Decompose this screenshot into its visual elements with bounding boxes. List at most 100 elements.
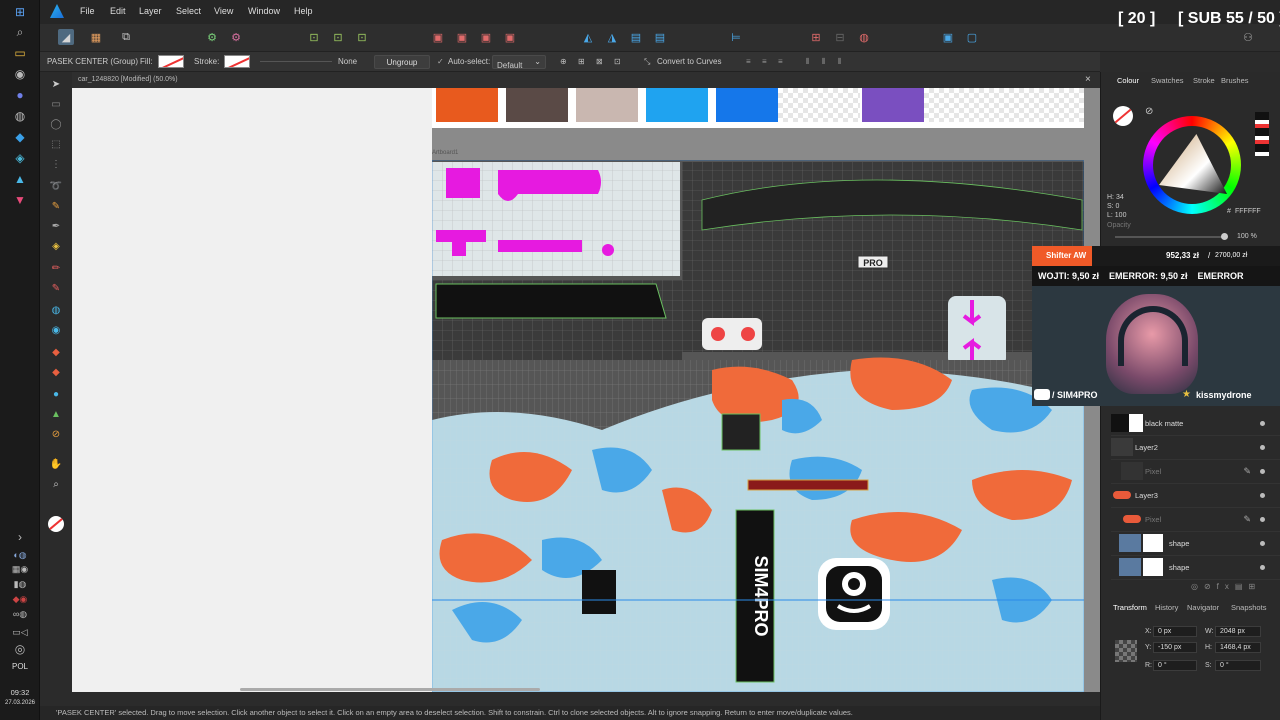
app-icon[interactable]: ◍ (12, 109, 28, 123)
search-icon[interactable]: ⌕ (12, 25, 28, 39)
bounding-box-icon[interactable]: ⊞ (578, 57, 585, 66)
tray-icon[interactable]: ◆◉ (12, 592, 28, 606)
ellipse-tool-icon[interactable]: ◯ (50, 118, 62, 130)
visibility-dot[interactable] (1260, 469, 1265, 474)
layer-row[interactable]: Pixel ✎ (1111, 508, 1280, 532)
horizontal-scrollbar[interactable] (240, 688, 540, 691)
windows-start-icon[interactable]: ⊞ (12, 5, 28, 19)
swatch-beige[interactable] (576, 88, 638, 122)
layer-row[interactable]: Layer3 (1111, 484, 1280, 508)
stroke-swatch[interactable] (224, 55, 250, 68)
marquee-tool-icon[interactable]: ⋮ (50, 158, 62, 170)
layer-row[interactable]: shape (1111, 532, 1280, 556)
tab-history[interactable]: History (1155, 603, 1178, 612)
rotate-icon[interactable]: ▤ (628, 29, 644, 45)
clock-time[interactable]: 09:32 (0, 688, 40, 697)
menu-window[interactable]: Window (248, 6, 280, 16)
convert-curves-icon[interactable]: ⤡ (644, 57, 650, 67)
visibility-dot[interactable] (1260, 421, 1265, 426)
autoselect-check-icon[interactable]: ✓ (437, 57, 444, 66)
tab-colour[interactable]: Colour (1117, 76, 1139, 85)
visibility-dot[interactable] (1260, 541, 1265, 546)
canvas-area[interactable]: Artboard1 PRO SIM4PRO (72, 88, 1100, 692)
recent-colors[interactable] (1255, 112, 1269, 156)
distribute-icon[interactable]: ⫴ (806, 57, 809, 67)
flood-fill-icon[interactable]: ◈ (50, 240, 62, 252)
align-icon[interactable]: ⊡ (354, 29, 370, 45)
h-input[interactable]: 1468,4 px (1215, 642, 1261, 653)
layer-row[interactable]: Layer2 (1111, 436, 1280, 460)
alignment-icon[interactable]: ⊨ (728, 29, 744, 45)
close-document-icon[interactable]: × (1085, 74, 1091, 85)
swatch-orange[interactable] (436, 88, 498, 122)
opacity-value[interactable]: 100 % (1237, 233, 1257, 240)
x-input[interactable]: 0 px (1153, 626, 1197, 637)
align-left-icon[interactable]: ≡ (746, 57, 751, 66)
eyedropper-tool-icon[interactable]: ⊘ (50, 428, 62, 440)
menu-help[interactable]: Help (294, 6, 313, 16)
artboard-tool-icon[interactable]: ▭ (50, 98, 62, 110)
swatch-blue[interactable] (716, 88, 778, 122)
menu-file[interactable]: File (80, 6, 95, 16)
tab-swatches[interactable]: Swatches (1151, 76, 1184, 85)
tray-icon[interactable]: ∞◍ (12, 607, 28, 621)
eyedropper-icon[interactable]: ⊘ (1145, 106, 1153, 117)
tray-icon[interactable]: ▮◍ (12, 577, 28, 591)
convert-to-curves-button[interactable]: Convert to Curves (657, 57, 721, 66)
export-persona-icon[interactable]: ⧉ (118, 29, 134, 45)
zoom-tool-icon[interactable]: ⌕ (50, 478, 62, 490)
layer-row[interactable]: black matte (1111, 412, 1280, 436)
network-volume-icon[interactable]: ▭◁ (12, 625, 28, 639)
erase-tool-icon[interactable]: ✎ (50, 282, 62, 294)
brush-tool-icon[interactable]: ✎ (50, 200, 62, 212)
autoselect-dropdown[interactable]: Default ⌄ (492, 55, 546, 70)
language-indicator[interactable]: POL (0, 662, 40, 671)
fill-color-well[interactable] (1113, 106, 1133, 126)
group-icon[interactable]: ▣ (940, 29, 956, 45)
burn-tool-icon[interactable]: ◆ (50, 366, 62, 378)
visibility-dot[interactable] (1260, 517, 1265, 522)
swatch-purple[interactable] (862, 88, 924, 122)
gradient-tool-icon[interactable]: ▲ (50, 408, 62, 420)
document-tab[interactable]: car_1248820 [Modified] (50.0%) × (72, 72, 1100, 88)
visibility-dot[interactable] (1260, 565, 1265, 570)
ungroup-button[interactable]: Ungroup (374, 55, 430, 69)
pen-tool-icon[interactable]: ✒ (50, 220, 62, 232)
artboard[interactable]: PRO SIM4PRO (432, 160, 1084, 692)
pixel-persona-icon[interactable]: ▦ (88, 29, 104, 45)
geometry-icon[interactable]: ◍ (856, 29, 872, 45)
fill-swatch[interactable] (158, 55, 184, 68)
sponge-tool-icon[interactable]: ● (50, 388, 62, 400)
marquee-tool-icon[interactable]: ⬚ (50, 138, 62, 150)
tab-brushes[interactable]: Brushes (1221, 76, 1249, 85)
stroke-style-value[interactable]: None (338, 57, 357, 66)
menu-layer[interactable]: Layer (139, 6, 162, 16)
shear-input[interactable]: 0 ° (1215, 660, 1261, 671)
app-icon[interactable]: ◈ (12, 151, 28, 165)
arrange-icon[interactable]: ▣ (478, 29, 494, 45)
boolean-add-icon[interactable]: ⊞ (808, 29, 824, 45)
colour-wheel[interactable] (1143, 116, 1241, 214)
snapping-icon[interactable]: ⚙ (228, 29, 244, 45)
bounding-box-icon[interactable]: ⊠ (596, 57, 603, 66)
affinity-designer-icon[interactable]: ▲ (12, 172, 28, 186)
swatch-light-blue[interactable] (646, 88, 708, 122)
move-tool-icon[interactable]: ➤ (50, 78, 62, 90)
lasso-tool-icon[interactable]: ➰ (50, 180, 62, 192)
anchor-selector[interactable] (1115, 640, 1137, 662)
flip-vertical-icon[interactable]: ◮ (604, 29, 620, 45)
arrange-icon[interactable]: ▣ (430, 29, 446, 45)
layer-row[interactable]: shape (1111, 556, 1280, 580)
settings-gear-icon[interactable]: ⚙ (204, 29, 220, 45)
clock-date[interactable]: 27.03.2026 (0, 700, 40, 706)
distribute-icon[interactable]: ⫴ (838, 57, 841, 67)
discord-icon[interactable]: ● (12, 88, 28, 102)
pencil-tool-icon[interactable]: ✏ (50, 262, 62, 274)
tray-icon[interactable]: ◐◍ (12, 548, 28, 562)
menu-select[interactable]: Select (176, 6, 201, 16)
stroke-width-slider[interactable] (260, 61, 332, 62)
transform-origin-icon[interactable]: ⊕ (560, 57, 567, 66)
w-input[interactable]: 2048 px (1215, 626, 1261, 637)
app-icon[interactable]: ▼ (12, 193, 28, 207)
align-center-icon[interactable]: ≡ (762, 57, 767, 66)
